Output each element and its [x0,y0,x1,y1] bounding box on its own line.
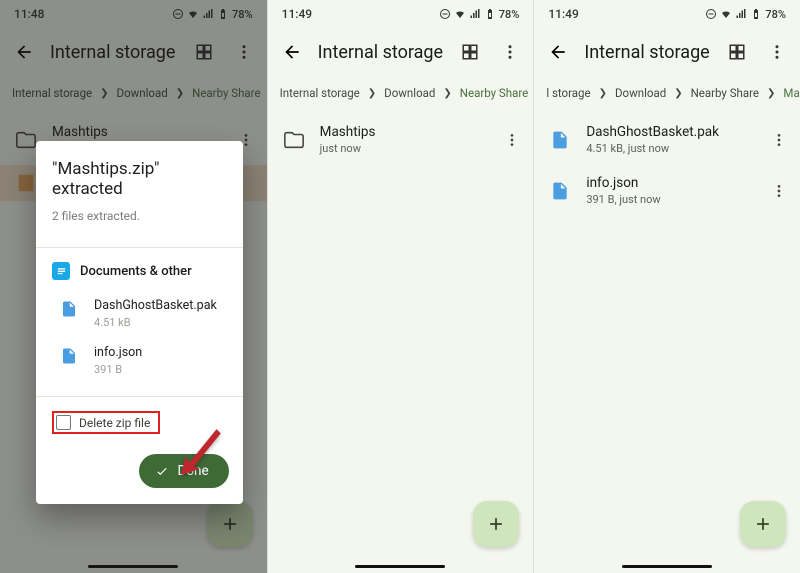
clock: 11:49 [282,7,312,21]
wifi-icon [454,8,466,20]
file-icon [548,179,572,203]
done-button[interactable]: Done [139,454,228,488]
dialog-title: "Mashtips.zip" extracted [52,159,227,199]
delete-zip-row: Delete zip file [36,397,243,448]
add-fab[interactable] [473,501,519,547]
breadcrumb-item[interactable]: Nearby Share [460,86,528,100]
more-vert-icon [501,43,519,61]
item-more-button[interactable] [768,129,790,151]
dialog-section-label: Documents & other [80,264,192,279]
dialog-file-size: 4.51 kB [94,316,217,329]
file-icon [60,347,80,367]
more-vert-icon [771,132,787,148]
battery-icon [484,8,496,20]
dialog-file-row: DashGhostBasket.pak 4.51 kB [36,288,243,335]
phone-screen-b: 11:49 78% Internal storage Internal stor… [267,0,534,573]
dialog-section-header: Documents & other [36,248,243,288]
status-bar: 11:49 78% [268,0,534,28]
plus-icon [486,514,506,534]
nav-pill [622,565,712,569]
chevron-right-icon: ❯ [443,88,451,99]
phone-screen-a: 11:48 78% Internal storage Internal stor… [0,0,267,573]
dialog-file-name: DashGhostBasket.pak [94,298,217,313]
status-icons: 78% [705,8,786,21]
documents-icon [52,262,70,280]
breadcrumb-item[interactable]: Mashtips [783,86,800,100]
list-item[interactable]: Mashtips just now [268,114,534,165]
app-bar: Internal storage [534,28,800,76]
dialog-file-row: info.json 391 B [36,335,243,382]
view-grid-button[interactable] [455,37,485,67]
back-button[interactable] [542,36,574,68]
file-name: info.json [586,175,754,191]
dialog-file-name: info.json [94,345,142,360]
page-title: Internal storage [318,42,446,63]
dialog-file-size: 391 B [94,363,142,376]
dnd-icon [439,8,451,20]
file-list: Mashtips just now [268,110,534,169]
file-list: DashGhostBasket.pak 4.51 kB, just now in… [534,110,800,220]
view-grid-button[interactable] [722,37,752,67]
file-meta: 4.51 kB, just now [586,142,754,155]
highlight-box: Delete zip file [52,411,160,434]
wifi-icon [720,8,732,20]
back-button[interactable] [276,36,308,68]
breadcrumb-item[interactable]: Nearby Share [691,86,759,100]
battery-icon [750,8,762,20]
folder-icon [282,128,306,152]
more-vert-icon [504,132,520,148]
more-button[interactable] [762,37,792,67]
breadcrumb-item[interactable]: Download [384,86,435,100]
delete-zip-label: Delete zip file [79,416,150,430]
chevron-right-icon: ❯ [599,88,607,99]
breadcrumb: l storage ❯ Download ❯ Nearby Share ❯ Ma… [534,76,800,110]
nav-pill [355,565,445,569]
chevron-right-icon: ❯ [674,88,682,99]
signal-icon [735,8,747,20]
battery-pct: 78% [499,8,520,21]
arrow-left-icon [282,42,302,62]
grid-icon [728,43,746,61]
page-title: Internal storage [584,42,712,63]
more-vert-icon [771,183,787,199]
plus-icon [753,514,773,534]
file-name: Mashtips [320,124,488,140]
chevron-right-icon: ❯ [368,88,376,99]
signal-icon [469,8,481,20]
extract-dialog: "Mashtips.zip" extracted 2 files extract… [36,141,243,504]
phone-screen-c: 11:49 78% Internal storage l storage ❯ D… [533,0,800,573]
file-icon [548,128,572,152]
item-more-button[interactable] [768,180,790,202]
file-meta: just now [320,142,488,155]
more-button[interactable] [495,37,525,67]
dialog-subtitle: 2 files extracted. [52,209,227,223]
breadcrumb-item[interactable]: Internal storage [280,86,360,100]
breadcrumb-item[interactable]: Download [615,86,666,100]
chevron-right-icon: ❯ [767,88,775,99]
dnd-icon [705,8,717,20]
list-item[interactable]: DashGhostBasket.pak 4.51 kB, just now [534,114,800,165]
status-bar: 11:49 78% [534,0,800,28]
item-more-button[interactable] [501,129,523,151]
delete-zip-checkbox[interactable] [56,415,71,430]
grid-icon [461,43,479,61]
done-button-label: Done [177,463,208,479]
add-fab[interactable] [740,501,786,547]
file-meta: 391 B, just now [586,193,754,206]
file-name: DashGhostBasket.pak [586,124,754,140]
battery-pct: 78% [765,8,786,21]
check-icon [155,464,169,478]
app-bar: Internal storage [268,28,534,76]
more-vert-icon [768,43,786,61]
status-icons: 78% [439,8,520,21]
list-item[interactable]: info.json 391 B, just now [534,165,800,216]
file-icon [60,300,80,320]
breadcrumb-item[interactable]: l storage [546,86,590,100]
arrow-left-icon [548,42,568,62]
breadcrumb: Internal storage ❯ Download ❯ Nearby Sha… [268,76,534,110]
clock: 11:49 [548,7,578,21]
